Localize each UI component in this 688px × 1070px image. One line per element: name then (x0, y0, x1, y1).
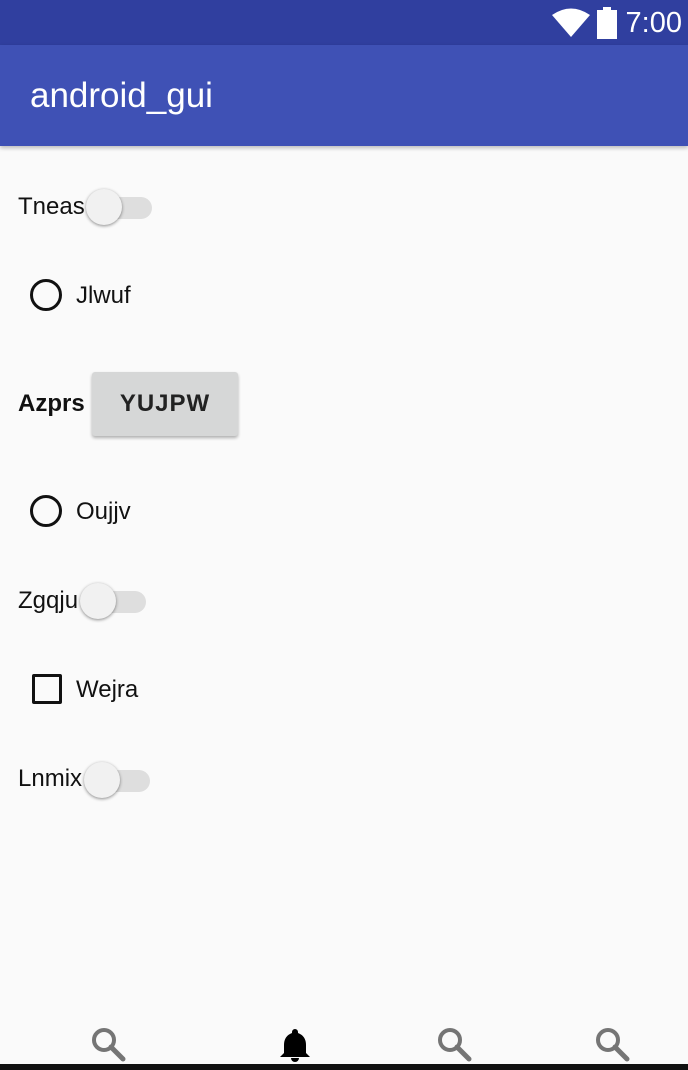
checkbox-label-wejra: Wejra (76, 676, 139, 703)
radio-label-oujjv: Oujjv (76, 498, 131, 525)
switch-label-lnmix: Lnmix (18, 765, 83, 792)
status-time: 7:00 (625, 7, 682, 39)
yujpw-button[interactable]: YUJPW (92, 372, 238, 436)
switch-label-tneas: Tneas (18, 193, 85, 220)
app-title: android_gui (30, 76, 213, 115)
switch-lnmix[interactable] (84, 760, 152, 800)
bottom-navigation (0, 1010, 688, 1070)
checkbox-wejra[interactable] (32, 674, 62, 704)
search-icon[interactable] (436, 1026, 472, 1062)
switch-thumb (80, 583, 116, 619)
wifi-icon (552, 8, 590, 37)
system-nav-bar-edge (0, 1064, 688, 1070)
radio-jlwuf[interactable] (30, 279, 62, 311)
button-row-label: Azprs (18, 390, 85, 417)
switch-zgqju[interactable] (80, 581, 148, 621)
app-bar: android_gui (0, 45, 688, 146)
radio-label-jlwuf: Jlwuf (76, 282, 131, 309)
switch-thumb (84, 762, 120, 798)
radio-oujjv[interactable] (30, 495, 62, 527)
switch-label-zgqju: Zgqju (18, 587, 79, 614)
search-icon[interactable] (90, 1026, 126, 1062)
search-icon[interactable] (594, 1026, 630, 1062)
bell-icon[interactable] (277, 1026, 313, 1062)
switch-tneas[interactable] (86, 187, 154, 227)
switch-thumb (86, 189, 122, 225)
status-bar: 7:00 (0, 0, 688, 45)
battery-icon (597, 7, 617, 39)
